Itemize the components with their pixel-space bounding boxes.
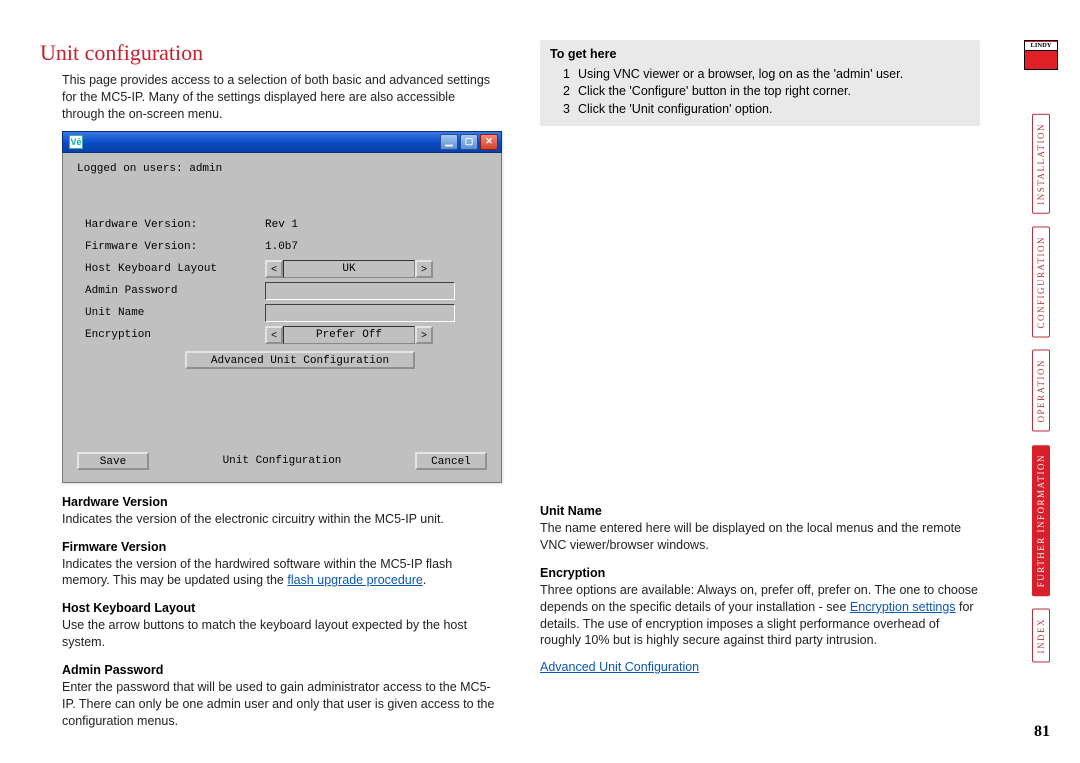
encryption-settings-link[interactable]: Encryption settings [850,600,956,614]
kb-text: Use the arrow buttons to match the keybo… [62,617,500,651]
enc-text: Three options are available: Always on, … [540,582,980,650]
host-keyboard-label: Host Keyboard Layout [85,263,265,275]
unit-name-input[interactable] [265,304,455,322]
un-heading: Unit Name [540,504,980,518]
host-kb-prev[interactable]: < [265,260,283,278]
config-screenshot: Vē ▁ ▢ ✕ Logged on users: admin Hardware… [62,131,502,483]
nav-tab-installation[interactable]: INSTALLATION [1032,114,1050,214]
hardware-version-label: Hardware Version: [85,219,265,231]
kb-heading: Host Keyboard Layout [62,601,500,615]
page-title: Unit configuration [40,40,500,66]
step-2: 2Click the 'Configure' button in the top… [560,83,970,101]
fw-text: Indicates the version of the hardwired s… [62,556,500,590]
page-number: 81 [1034,723,1050,741]
firmware-version-label: Firmware Version: [85,241,265,253]
hw-heading: Hardware Version [62,495,500,509]
host-kb-next[interactable]: > [415,260,433,278]
side-nav: LINDY INSTALLATION CONFIGURATION OPERATION… [1024,40,1058,672]
dialog-title: Unit Configuration [223,455,342,467]
un-text: The name entered here will be displayed … [540,520,980,554]
vnc-icon: Vē [69,135,83,149]
firmware-version-value: 1.0b7 [265,241,298,253]
nav-tab-index[interactable]: INDEX [1032,609,1050,663]
host-kb-value: UK [283,260,415,278]
step-1: 1Using VNC viewer or a browser, log on a… [560,66,970,84]
close-button[interactable]: ✕ [480,134,498,150]
brand-logo: LINDY [1024,40,1058,70]
advanced-unit-config-button[interactable]: Advanced Unit Configuration [185,351,415,369]
encryption-value: Prefer Off [283,326,415,344]
encryption-next[interactable]: > [415,326,433,344]
to-get-here-heading: To get here [550,46,970,64]
hw-text: Indicates the version of the electronic … [62,511,500,528]
encryption-prev[interactable]: < [265,326,283,344]
advanced-unit-config-link[interactable]: Advanced Unit Configuration [540,660,699,674]
admin-password-input[interactable] [265,282,455,300]
encryption-label: Encryption [85,329,265,341]
admin-password-label: Admin Password [85,285,265,297]
nav-tab-configuration[interactable]: CONFIGURATION [1032,227,1050,338]
window-titlebar: Vē ▁ ▢ ✕ [62,131,502,153]
fw-heading: Firmware Version [62,540,500,554]
fw-text-2: . [423,573,426,587]
maximize-button[interactable]: ▢ [460,134,478,150]
step-3: 3Click the 'Unit configuration' option. [560,101,970,119]
cancel-button[interactable]: Cancel [415,452,487,470]
enc-heading: Encryption [540,566,980,580]
logged-on-text: Logged on users: admin [77,163,487,175]
to-get-here-box: To get here 1Using VNC viewer or a brows… [540,40,980,126]
hardware-version-value: Rev 1 [265,219,298,231]
intro-text: This page provides access to a selection… [62,72,500,123]
ap-heading: Admin Password [62,663,500,677]
nav-tab-operation[interactable]: OPERATION [1032,350,1050,432]
save-button[interactable]: Save [77,452,149,470]
flash-upgrade-link[interactable]: flash upgrade procedure [287,573,423,587]
nav-tab-further-information[interactable]: FURTHER INFORMATION [1032,445,1050,596]
minimize-button[interactable]: ▁ [440,134,458,150]
ap-text: Enter the password that will be used to … [62,679,500,730]
unit-name-label: Unit Name [85,307,265,319]
